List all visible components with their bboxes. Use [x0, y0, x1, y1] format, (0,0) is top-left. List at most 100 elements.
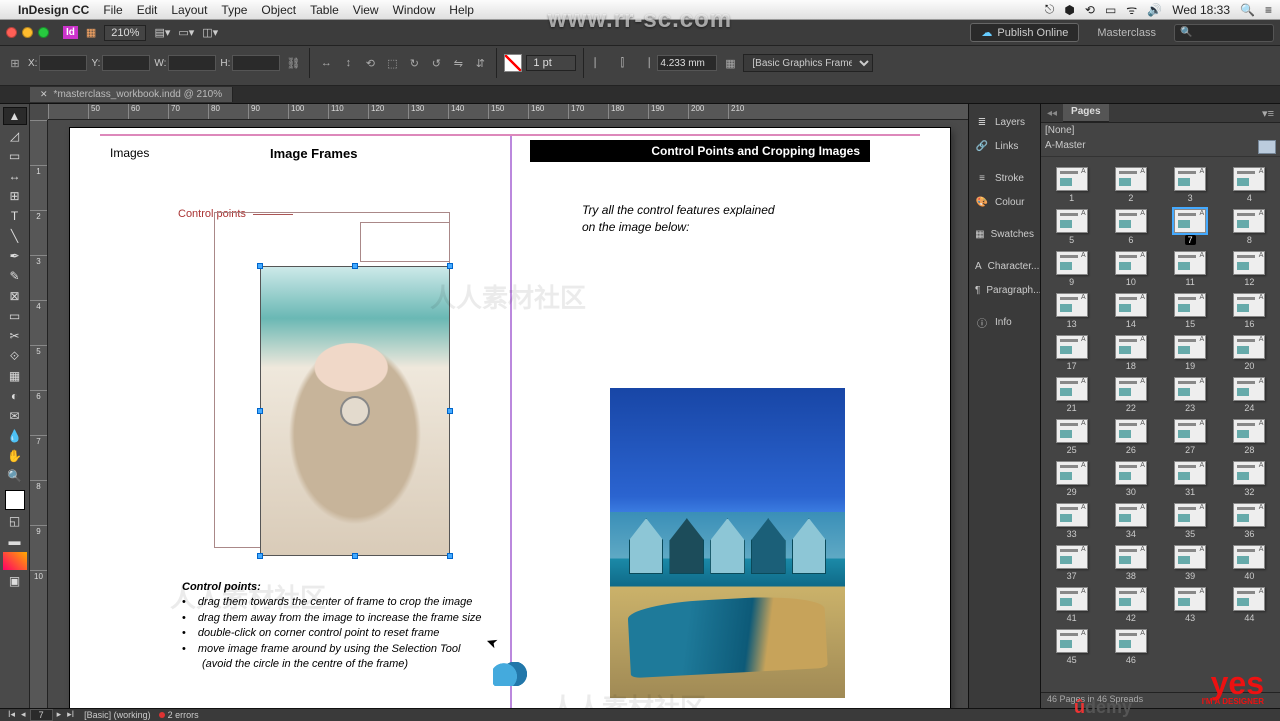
dock-paragraph[interactable]: ¶Paragraph...	[969, 278, 1040, 302]
align-center-icon[interactable]: ⫿	[613, 54, 631, 72]
menu-file[interactable]: File	[103, 3, 122, 17]
pen-tool[interactable]: ✒	[3, 247, 27, 265]
prev-page-icon[interactable]: ◂	[19, 709, 28, 721]
page-thumb[interactable]: 13	[1047, 293, 1096, 329]
page-thumb[interactable]: 25	[1047, 419, 1096, 455]
window-close-icon[interactable]	[6, 27, 17, 38]
menu-extras-icon[interactable]: ≡	[1265, 3, 1272, 17]
direct-selection-tool[interactable]: ◿	[3, 127, 27, 145]
canvas[interactable]: 5060708090100110120130140150160170180190…	[30, 104, 968, 708]
page-thumb[interactable]: 18	[1106, 335, 1155, 371]
pages-tab[interactable]: Pages	[1063, 104, 1108, 122]
next-page-icon[interactable]: ▸	[55, 709, 64, 721]
page-thumb[interactable]: 19	[1166, 335, 1215, 371]
rotate-cw-icon[interactable]: ↻	[405, 54, 423, 72]
page-thumb[interactable]: 37	[1047, 545, 1096, 581]
page-thumb[interactable]: 7	[1166, 209, 1215, 245]
pencil-tool[interactable]: ✎	[3, 267, 27, 285]
page-thumb[interactable]: 5	[1047, 209, 1096, 245]
page-thumb[interactable]: 22	[1106, 377, 1155, 413]
horizontal-ruler[interactable]: 5060708090100110120130140150160170180190…	[48, 104, 968, 120]
selection-tool[interactable]: ▲	[3, 107, 27, 125]
last-page-icon[interactable]: ▸I	[65, 709, 76, 721]
page-thumb[interactable]: 34	[1106, 503, 1155, 539]
flip-h-icon[interactable]: ⇋	[449, 54, 467, 72]
page-thumb[interactable]: 41	[1047, 587, 1096, 623]
preflight-status[interactable]: 2 errors	[159, 710, 199, 720]
page-thumb[interactable]: 40	[1225, 545, 1274, 581]
dock-layers[interactable]: ≣Layers	[969, 110, 1040, 134]
vertical-ruler[interactable]: 12345678910	[30, 120, 48, 708]
search-stock-input[interactable]: 🔍	[1174, 24, 1274, 42]
align-right-icon[interactable]: ⎹	[635, 54, 653, 72]
gradient-swatch-tool[interactable]: ▦	[3, 367, 27, 385]
dock-stroke[interactable]: ≡Stroke	[969, 166, 1040, 190]
app-name[interactable]: InDesign CC	[18, 3, 89, 17]
battery-icon[interactable]: ▭	[1105, 3, 1116, 17]
x-input[interactable]	[39, 55, 87, 71]
constrain-icon[interactable]: ⛓	[284, 54, 302, 72]
panel-menu-icon[interactable]: ▾≡	[1256, 107, 1280, 120]
content-collector-tool[interactable]: ⊞	[3, 187, 27, 205]
align-left-icon[interactable]: ⎸	[591, 54, 609, 72]
page-thumb[interactable]: 14	[1106, 293, 1155, 329]
page-thumb[interactable]: 2	[1106, 167, 1155, 203]
page-thumb[interactable]: 23	[1166, 377, 1215, 413]
menu-layout[interactable]: Layout	[171, 3, 207, 17]
page-thumb[interactable]: 32	[1225, 461, 1274, 497]
page-thumb[interactable]: 8	[1225, 209, 1274, 245]
page-thumb[interactable]: 16	[1225, 293, 1274, 329]
view-options-icon[interactable]: ▤▾	[154, 26, 170, 39]
fill-swatch-icon[interactable]	[504, 54, 522, 72]
inset-input[interactable]	[657, 55, 717, 71]
page-thumb[interactable]: 17	[1047, 335, 1096, 371]
collapse-icon[interactable]: ◂◂	[1041, 106, 1063, 121]
a-master[interactable]: A-Master	[1041, 138, 1280, 157]
cloud-icon[interactable]: ⟲	[1085, 3, 1095, 17]
object-style-select[interactable]: [Basic Graphics Frame]	[743, 54, 873, 72]
hand-tool[interactable]: ✋	[3, 447, 27, 465]
screen-mode-normal-icon[interactable]: ▣	[3, 572, 27, 590]
menu-window[interactable]: Window	[393, 3, 436, 17]
page-thumb[interactable]: 28	[1225, 419, 1274, 455]
page-thumb[interactable]: 27	[1166, 419, 1215, 455]
page-thumb[interactable]: 4	[1225, 167, 1274, 203]
stroke-weight-select[interactable]: 1 pt	[526, 55, 576, 71]
page-thumb[interactable]: 44	[1225, 587, 1274, 623]
wifi-icon[interactable]: ᯤ	[1126, 1, 1137, 18]
publish-online-button[interactable]: Publish Online	[970, 23, 1079, 42]
page-thumb[interactable]: 38	[1106, 545, 1155, 581]
status-preset[interactable]: [Basic] (working)	[84, 710, 151, 720]
page-thumb[interactable]: 26	[1106, 419, 1155, 455]
page-thumb[interactable]: 11	[1166, 251, 1215, 287]
window-max-icon[interactable]	[38, 27, 49, 38]
ref-point-icon[interactable]: ⊞	[6, 54, 24, 72]
scale-y-icon[interactable]: ↕	[339, 54, 357, 72]
gradient-feather-tool[interactable]: ◐	[3, 387, 27, 405]
page-thumb[interactable]: 6	[1106, 209, 1155, 245]
apply-color-icon[interactable]: ▬	[3, 532, 27, 550]
image-frame-selected[interactable]	[260, 266, 450, 556]
content-grabber-icon[interactable]	[340, 396, 370, 426]
page-thumb[interactable]: 24	[1225, 377, 1274, 413]
spotlight-icon[interactable]: 🔍	[1240, 3, 1255, 17]
page-thumb[interactable]: 30	[1106, 461, 1155, 497]
rotate-ccw-icon[interactable]: ↺	[427, 54, 445, 72]
status-icon[interactable]: ⎋	[1045, 2, 1055, 17]
volume-icon[interactable]: 🔊	[1147, 3, 1162, 17]
clock[interactable]: Wed 18:33	[1172, 3, 1230, 17]
flip-v-icon[interactable]: ⇵	[471, 54, 489, 72]
page-thumb[interactable]: 1	[1047, 167, 1096, 203]
w-input[interactable]	[168, 55, 216, 71]
page-thumb[interactable]: 15	[1166, 293, 1215, 329]
page-tool[interactable]: ▭	[3, 147, 27, 165]
page-thumb[interactable]: 43	[1166, 587, 1215, 623]
page-thumb[interactable]: 20	[1225, 335, 1274, 371]
window-min-icon[interactable]	[22, 27, 33, 38]
page-thumb[interactable]: 33	[1047, 503, 1096, 539]
page-thumb[interactable]: 31	[1166, 461, 1215, 497]
menu-object[interactable]: Object	[261, 3, 296, 17]
line-tool[interactable]: ╲	[3, 227, 27, 245]
menu-help[interactable]: Help	[449, 3, 474, 17]
default-colors-icon[interactable]: ◱	[3, 512, 27, 530]
